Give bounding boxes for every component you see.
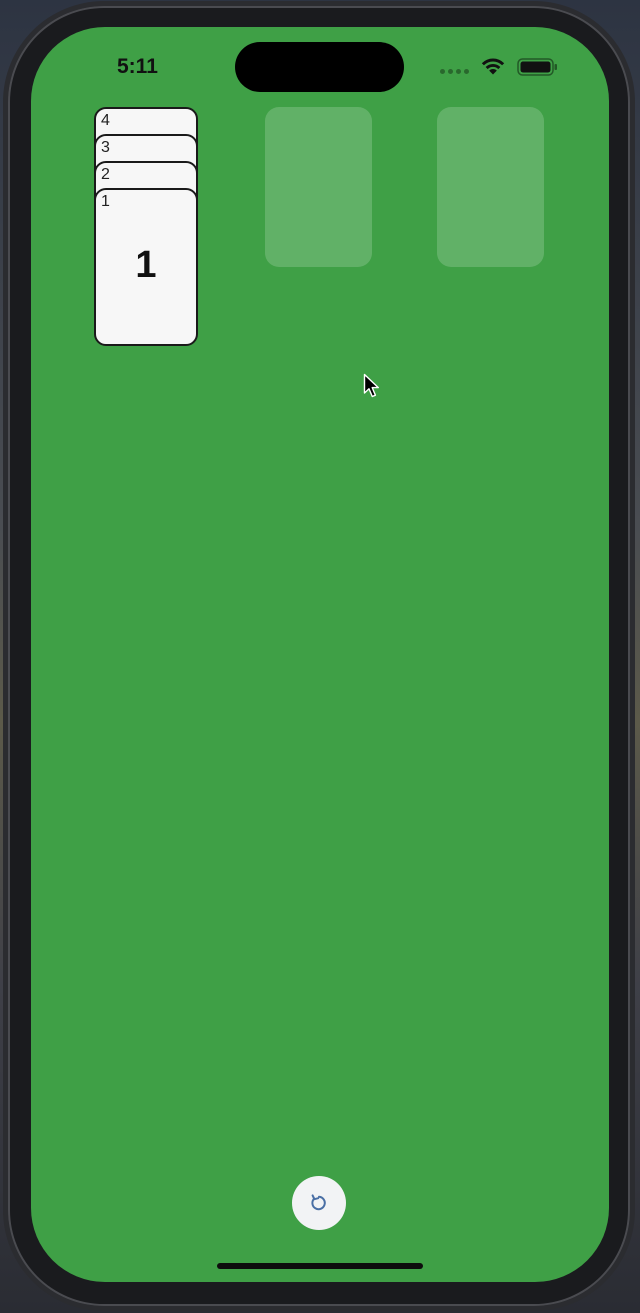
mouse-cursor-icon [363, 373, 379, 398]
refresh-icon [311, 1194, 326, 1211]
dynamic-island [235, 42, 404, 92]
battery-icon [517, 58, 557, 76]
status-time: 5:11 [117, 55, 158, 78]
card-1[interactable]: 1 1 [94, 188, 198, 346]
app-screen: 5:11 4 3 2 1 1 [31, 27, 609, 1282]
card-corner-label: 3 [101, 139, 110, 156]
home-indicator [217, 1263, 423, 1269]
reset-button[interactable] [292, 1176, 346, 1230]
cellular-signal-icon [440, 69, 469, 74]
wifi-icon [481, 58, 505, 75]
card-corner-label: 4 [101, 112, 110, 129]
card-corner-label: 2 [101, 166, 110, 183]
empty-slot-1[interactable] [265, 107, 372, 267]
status-bar: 5:11 [31, 27, 609, 107]
card-center-label: 1 [135, 244, 157, 286]
card-pile[interactable]: 4 3 2 1 1 [94, 107, 202, 349]
empty-slot-2[interactable] [437, 107, 544, 267]
card-corner-label: 1 [101, 193, 110, 210]
